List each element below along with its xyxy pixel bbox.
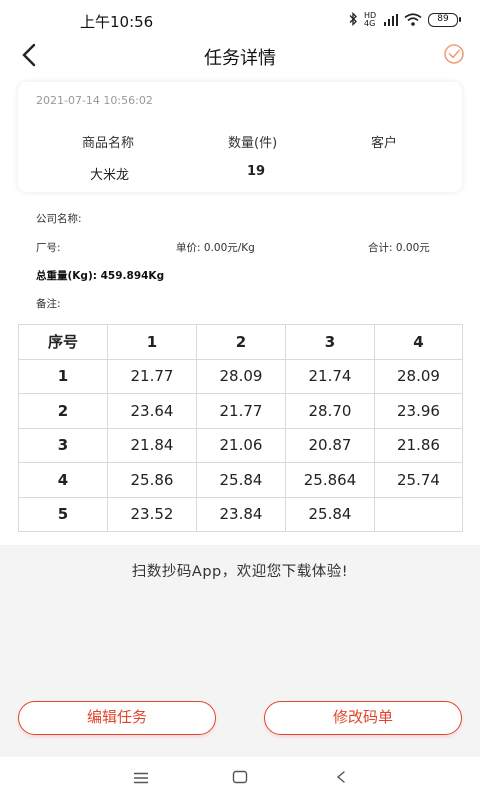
app-header: 任务详情: [0, 40, 480, 78]
weight-cell: 21.74: [285, 358, 375, 394]
weight-cell: 25.74: [374, 462, 463, 498]
edit-task-button[interactable]: 编辑任务: [18, 701, 216, 735]
page-title: 任务详情: [204, 48, 276, 69]
weight-cell: 23.52: [107, 496, 197, 532]
table-header-cell: 2: [196, 324, 286, 360]
company-name-label: 公司名称:: [36, 213, 82, 225]
home-button[interactable]: [227, 765, 253, 791]
weight-cell: 21.06: [196, 427, 286, 463]
status-time: 上午10:56: [80, 13, 154, 31]
factory-number-label: 厂号:: [36, 242, 61, 254]
weight-cell: 21.77: [107, 358, 197, 394]
row-index-cell: 4: [18, 462, 108, 498]
table-row: 3 21.84 21.06 20.87 21.86: [18, 427, 463, 463]
task-detail-content: 2021-07-14 10:56:02 商品名称 数量(件) 客户 大米龙 19…: [0, 78, 480, 545]
status-icons: HD 4G 89: [348, 10, 461, 30]
weight-cell: 25.864: [285, 462, 375, 498]
row-index-cell: 1: [18, 358, 108, 394]
weight-cell: 25.84: [196, 462, 286, 498]
confirm-button[interactable]: [440, 42, 468, 70]
weight-cell: 25.86: [107, 462, 197, 498]
welcome-message: 扫数抄码App，欢迎您下载体验!: [131, 564, 349, 580]
table-header-row: 序号 1 2 3 4: [18, 324, 463, 360]
back-triangle-icon: [335, 769, 347, 788]
wifi-icon: [404, 11, 422, 30]
network-type-label: HD 4G: [364, 11, 377, 28]
weight-cell: 28.70: [285, 393, 375, 429]
product-name-header: 商品名称: [82, 136, 135, 151]
system-back-button[interactable]: [328, 765, 354, 791]
quantity-value: 19: [247, 164, 266, 179]
weight-cell: 28.09: [374, 358, 463, 394]
row-index-cell: 5: [18, 496, 108, 532]
modify-code-sheet-button[interactable]: 修改码单: [264, 701, 462, 735]
weight-cell: 21.84: [107, 427, 197, 463]
quantity-header: 数量(件): [228, 136, 278, 151]
battery-icon: 89: [428, 13, 461, 27]
weight-cell: 21.77: [196, 393, 286, 429]
table-row: 5 23.52 23.84 25.84: [18, 496, 463, 532]
table-row: 1 21.77 28.09 21.74 28.09: [18, 358, 463, 394]
table-header-cell: 1: [107, 324, 197, 360]
table-row: 4 25.86 25.84 25.864 25.74: [18, 462, 463, 498]
weight-cell: 28.09: [196, 358, 286, 394]
task-datetime: 2021-07-14 10:56:02: [36, 94, 153, 107]
weight-cell: 23.64: [107, 393, 197, 429]
signal-icon: [384, 11, 398, 30]
task-summary-card: 2021-07-14 10:56:02 商品名称 数量(件) 客户 大米龙 19: [18, 82, 462, 192]
table-header-cell: 序号: [18, 324, 108, 360]
row-index-cell: 2: [18, 393, 108, 429]
system-nav-bar: [0, 757, 480, 800]
bluetooth-icon: [348, 11, 358, 30]
weight-table: 序号 1 2 3 4 1 21.77 28.09 21.74 28.09 2 2…: [18, 324, 463, 532]
weight-cell: 21.86: [374, 427, 463, 463]
table-header-cell: 3: [285, 324, 375, 360]
product-name-value: 大米龙: [90, 168, 130, 183]
weight-cell: 23.96: [374, 393, 463, 429]
weight-cell: 20.87: [285, 427, 375, 463]
note-label: 备注:: [36, 298, 61, 310]
table-header-cell: 4: [374, 324, 463, 360]
total-amount-text: 合计: 0.00元: [368, 242, 430, 254]
status-bar: 上午10:56 HD 4G 89: [0, 0, 480, 40]
unit-price-text: 单价: 0.00元/Kg: [176, 242, 255, 254]
menu-button[interactable]: [128, 765, 154, 791]
customer-header: 客户: [371, 136, 398, 151]
weight-cell: 25.84: [285, 496, 375, 532]
row-index-cell: 3: [18, 427, 108, 463]
menu-icon: [133, 769, 149, 788]
weight-cell: 23.84: [196, 496, 286, 532]
total-weight-text: 总重量(Kg): 459.894Kg: [36, 270, 165, 282]
weight-cell: [374, 496, 463, 532]
check-circle-icon: [443, 43, 465, 69]
home-square-icon: [232, 769, 248, 788]
table-row: 2 23.64 21.77 28.70 23.96: [18, 393, 463, 429]
